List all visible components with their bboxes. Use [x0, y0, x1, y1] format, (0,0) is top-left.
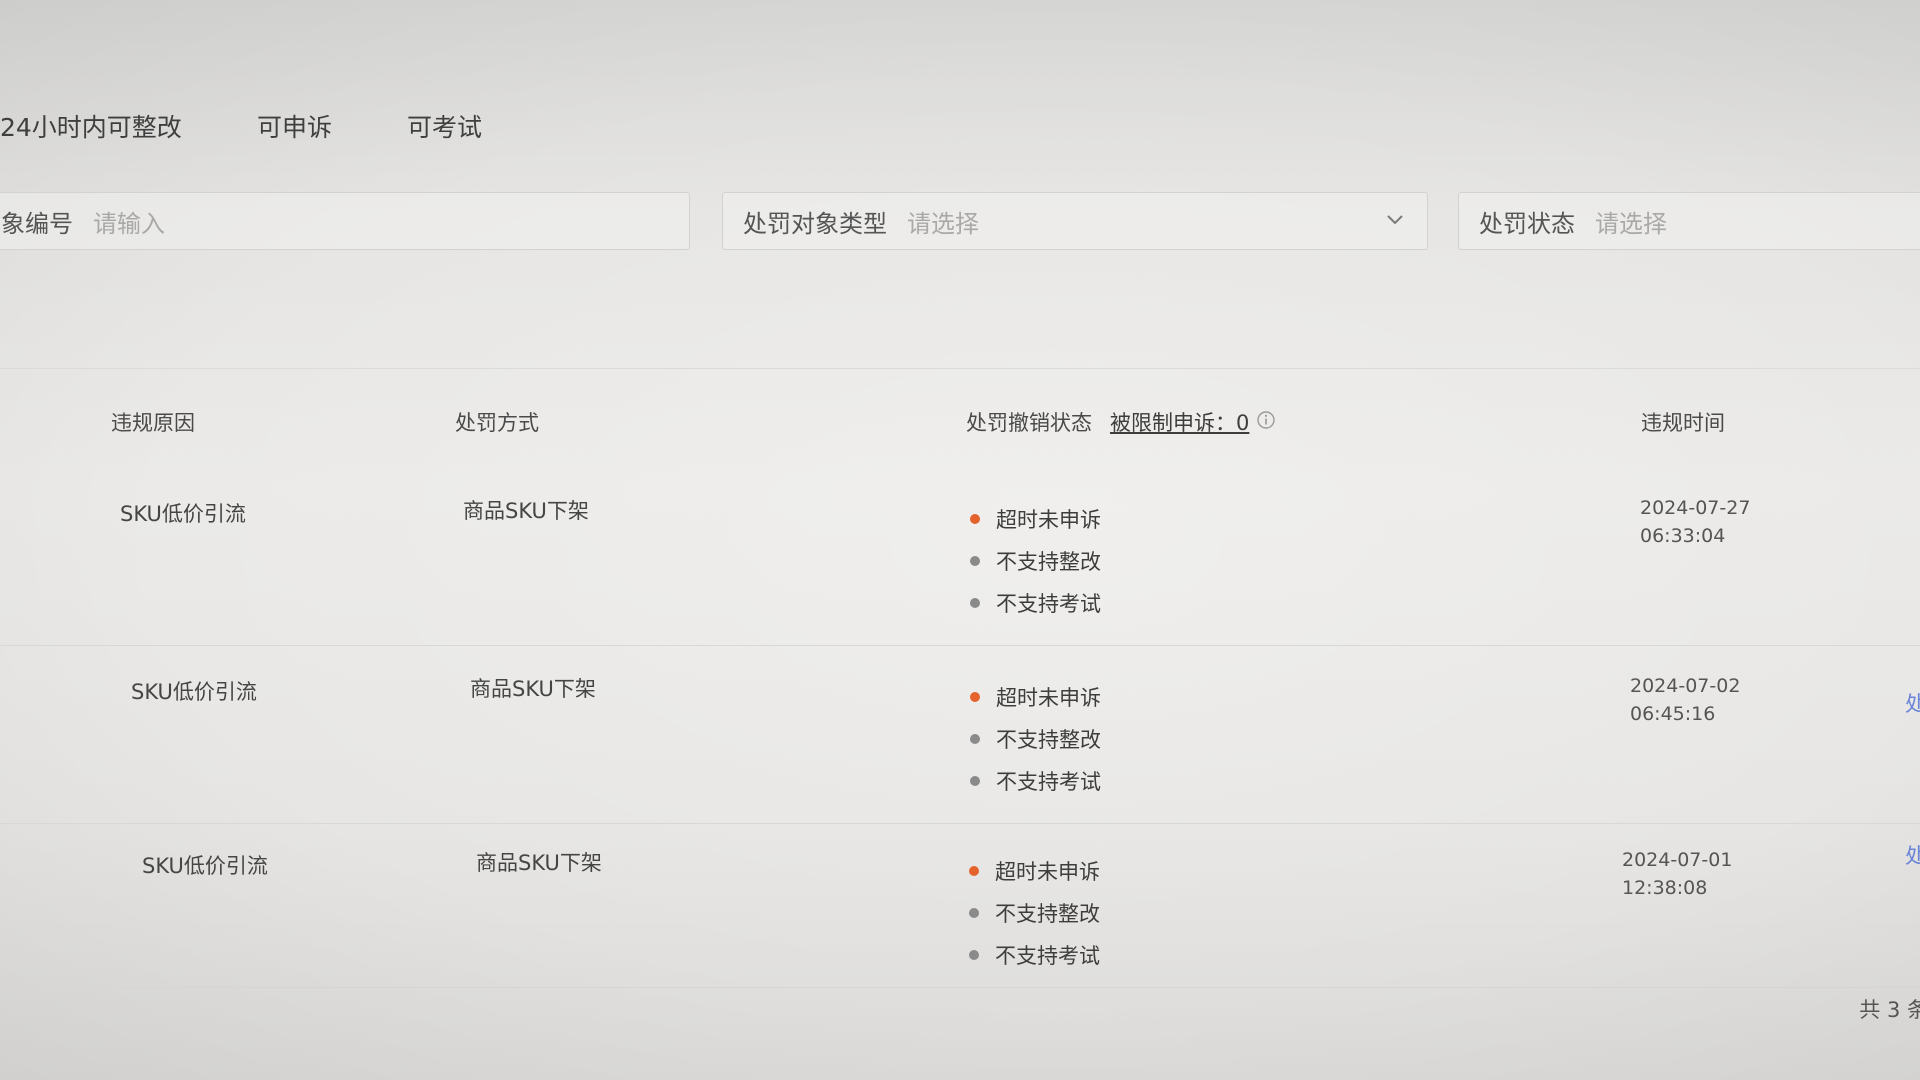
info-icon[interactable]	[1256, 410, 1276, 430]
violation-date: 2024-07-02	[1630, 675, 1741, 697]
violation-time: 2024-07-02 06:45:16	[1630, 672, 1740, 728]
object-id-filter[interactable]: 象编号 请输入	[0, 192, 690, 250]
tab-appealable[interactable]: 可申诉	[257, 108, 332, 144]
violation-time: 2024-07-27 06:33:04	[1640, 494, 1750, 550]
table-row: SKU低价引流 商品SKU下架 超时未申诉 不支持整改 不支持考试 2024-0…	[0, 648, 1920, 824]
header-time: 违规时间	[1641, 411, 1725, 435]
status-item: 不支持整改	[970, 718, 1101, 760]
status-text: 超时未申诉	[995, 860, 1100, 884]
status-text: 不支持考试	[995, 944, 1100, 968]
status-item: 超时未申诉	[970, 676, 1101, 718]
restricted-appeal-link[interactable]: 被限制申诉：0	[1110, 407, 1249, 437]
table-row: SKU低价引流 商品SKU下架 超时未申诉 不支持整改 不支持考试 2024-0…	[0, 822, 1920, 988]
violation-reason: SKU低价引流	[142, 854, 268, 878]
violation-time: 2024-07-01 12:38:08	[1622, 846, 1732, 902]
status-item: 不支持整改	[969, 892, 1100, 934]
revoke-status-list: 超时未申诉 不支持整改 不支持考试	[970, 498, 1101, 624]
status-select[interactable]: 处罚状态 请选择	[1458, 192, 1920, 250]
object-type-label: 处罚对象类型	[743, 209, 887, 238]
header-method: 处罚方式	[455, 411, 539, 435]
violation-clock: 12:38:08	[1622, 877, 1708, 899]
status-text: 不支持整改	[996, 728, 1101, 752]
status-item: 不支持考试	[970, 582, 1101, 624]
status-item: 超时未申诉	[969, 850, 1100, 892]
status-text: 超时未申诉	[996, 508, 1101, 532]
action-link[interactable]: 处	[1905, 688, 1920, 718]
status-item: 不支持考试	[969, 934, 1100, 976]
status-label: 处罚状态	[1479, 209, 1575, 238]
revoke-status-list: 超时未申诉 不支持整改 不支持考试	[970, 676, 1101, 802]
status-text: 不支持整改	[995, 902, 1100, 926]
object-id-input[interactable]: 请输入	[93, 204, 165, 239]
status-dot-neutral	[970, 776, 980, 786]
status-dot-warn	[969, 866, 979, 876]
header-revoke-status: 处罚撤销状态	[966, 411, 1092, 435]
status-dot-neutral	[970, 556, 980, 566]
chevron-down-icon[interactable]	[1385, 213, 1405, 227]
status-text: 不支持整改	[996, 550, 1101, 574]
table-row: SKU低价引流 商品SKU下架 超时未申诉 不支持整改 不支持考试 2024-0…	[0, 470, 1920, 646]
status-text: 不支持考试	[996, 592, 1101, 616]
pagination-total: 共 3 条	[1859, 998, 1920, 1022]
status-item: 不支持考试	[970, 760, 1101, 802]
status-dot-neutral	[969, 950, 979, 960]
revoke-status-list: 超时未申诉 不支持整改 不支持考试	[969, 850, 1100, 976]
object-id-label: 象编号	[1, 209, 73, 238]
status-dot-neutral	[970, 734, 980, 744]
tab-examinable[interactable]: 可考试	[407, 108, 482, 144]
violation-date: 2024-07-01	[1622, 849, 1733, 871]
status-item: 不支持整改	[970, 540, 1101, 582]
status-text: 不支持考试	[996, 770, 1101, 794]
tab-24h-rectify[interactable]: 24小时内可整改	[0, 108, 182, 144]
action-link[interactable]: 处	[1905, 840, 1920, 870]
penalty-method: 商品SKU下架	[463, 499, 589, 523]
header-reason: 违规原因	[111, 411, 195, 435]
violation-date: 2024-07-27	[1640, 497, 1751, 519]
object-type-placeholder: 请选择	[907, 209, 979, 238]
status-dot-warn	[970, 514, 980, 524]
penalty-method: 商品SKU下架	[476, 851, 602, 875]
violation-reason: SKU低价引流	[120, 502, 246, 526]
status-dot-neutral	[970, 598, 980, 608]
violation-reason: SKU低价引流	[131, 680, 257, 704]
status-dot-warn	[970, 692, 980, 702]
status-placeholder: 请选择	[1595, 209, 1667, 238]
table-header: 违规原因 处罚方式 处罚撤销状态 被限制申诉：0 违规时间	[0, 368, 1920, 469]
status-text: 超时未申诉	[996, 686, 1101, 710]
violation-clock: 06:33:04	[1640, 525, 1726, 547]
violation-clock: 06:45:16	[1630, 703, 1716, 725]
object-type-select[interactable]: 处罚对象类型 请选择	[722, 192, 1428, 250]
status-dot-neutral	[969, 908, 979, 918]
status-item: 超时未申诉	[970, 498, 1101, 540]
penalty-method: 商品SKU下架	[470, 677, 596, 701]
